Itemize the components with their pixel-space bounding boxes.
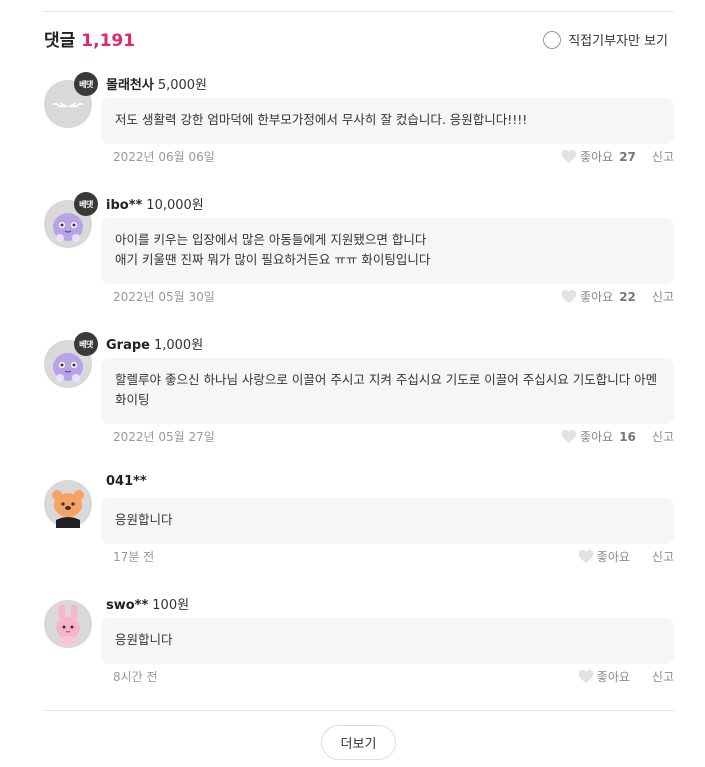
heart-icon — [578, 549, 594, 564]
author-line: swo** 100원 — [106, 594, 189, 613]
like-count: 27 — [619, 149, 636, 164]
avatar: 베댓 — [44, 332, 98, 388]
comment-date: 2022년 05월 30일 — [113, 290, 215, 304]
like-count: 16 — [619, 429, 636, 444]
report-button[interactable]: 신고 — [652, 288, 674, 305]
like-count: 22 — [619, 289, 636, 304]
author-name: Grape — [106, 338, 150, 353]
avatar — [44, 600, 92, 648]
comment-actions: 좋아요 27 신고 — [561, 148, 674, 165]
comment-actions: 좋아요 16 신고 — [561, 428, 674, 445]
comments-title: 댓글 1,191 — [44, 26, 135, 51]
like-label: 좋아요 — [580, 150, 614, 164]
comment-date: 2022년 05월 27일 — [113, 430, 215, 444]
comment-date: 8시간 전 — [113, 670, 158, 684]
orange-bear-icon — [44, 480, 92, 528]
author-name: swo** — [106, 598, 149, 613]
best-comment-badge: 베댓 — [74, 72, 98, 96]
report-button[interactable]: 신고 — [652, 668, 674, 685]
comment-item: 베댓 Grape 1,000원 할렐루야 좋으신 하나님 사랑으로 이끌어 주시고… — [44, 332, 674, 445]
like-button[interactable]: 좋아요 — [578, 548, 636, 565]
report-button[interactable]: 신고 — [652, 428, 674, 445]
comment-item: 041** 응원합니다 17분 전 좋아요 신고 — [44, 474, 674, 564]
avatar: 베댓 — [44, 72, 98, 128]
load-more-button[interactable]: 더보기 — [321, 725, 396, 760]
like-label: 좋아요 — [580, 290, 614, 304]
like-button[interactable]: 좋아요 — [578, 668, 636, 685]
heart-icon — [561, 289, 577, 304]
donation-amount: 1,000원 — [153, 338, 204, 353]
comment-item: 베댓 몰래천사 5,000원 저도 생활력 강한 엄마덕에 한부모가정에서 무사히… — [44, 72, 674, 165]
avatar — [44, 480, 92, 528]
comment-date: 17분 전 — [113, 550, 155, 564]
bottom-divider — [44, 710, 674, 711]
author-name: 몰래천사 — [106, 78, 154, 93]
like-label: 좋아요 — [596, 670, 630, 684]
like-label: 좋아요 — [596, 550, 630, 564]
filter-label: 직접기부자만 보기 — [568, 34, 668, 49]
like-button[interactable]: 좋아요 22 — [561, 288, 636, 305]
comments-header: 댓글 1,191 직접기부자만 보기 — [44, 26, 674, 54]
comment-text: 응원합니다 — [101, 618, 674, 664]
filter-radio[interactable] — [543, 30, 562, 49]
heart-icon — [561, 429, 577, 444]
comment-date: 2022년 06월 06일 — [113, 150, 215, 164]
pink-rabbit-icon — [44, 600, 92, 648]
like-button[interactable]: 좋아요 27 — [561, 148, 636, 165]
avatar: 베댓 — [44, 192, 98, 248]
author-line: 몰래천사 5,000원 — [106, 74, 207, 93]
like-button[interactable]: 좋아요 16 — [561, 428, 636, 445]
author-line: 041** — [106, 474, 151, 489]
comments-count: 1,191 — [81, 31, 136, 51]
like-label: 좋아요 — [580, 430, 614, 444]
author-line: Grape 1,000원 — [106, 334, 203, 353]
author-name: ibo** — [106, 198, 143, 213]
author-line: ibo** 10,000원 — [106, 194, 204, 213]
best-comment-badge: 베댓 — [74, 332, 98, 356]
comment-item: swo** 100원 응원합니다 8시간 전 좋아요 신고 — [44, 594, 674, 684]
donation-amount: 10,000원 — [146, 198, 204, 213]
heart-icon — [561, 149, 577, 164]
heart-icon — [578, 669, 594, 684]
comments-title-label: 댓글 — [44, 31, 76, 51]
best-comment-badge: 베댓 — [74, 192, 98, 216]
comment-actions: 좋아요 신고 — [578, 548, 674, 565]
comment-text: 아이를 키우는 입장에서 많은 아동들에게 지원됐으면 합니다 애기 키울땐 진… — [101, 218, 674, 284]
donation-amount: 100원 — [152, 598, 190, 613]
comment-actions: 좋아요 신고 — [578, 668, 674, 685]
direct-donor-filter[interactable]: 직접기부자만 보기 — [543, 30, 668, 49]
author-name: 041** — [106, 474, 147, 489]
comment-text: 응원합니다 — [101, 498, 674, 544]
comment-actions: 좋아요 22 신고 — [561, 288, 674, 305]
donation-amount: 5,000원 — [157, 78, 208, 93]
comment-item: 베댓 ibo** 10,000원 아이를 키우는 입장에서 많은 아동들에게 지원… — [44, 192, 674, 305]
report-button[interactable]: 신고 — [652, 548, 674, 565]
comment-text: 저도 생활력 강한 엄마덕에 한부모가정에서 무사히 잘 컸습니다. 응원합니다… — [101, 98, 674, 144]
report-button[interactable]: 신고 — [652, 148, 674, 165]
top-divider — [44, 11, 674, 12]
comment-text: 할렐루야 좋으신 하나님 사랑으로 이끌어 주시고 지켜 주십시요 기도로 이끌… — [101, 358, 674, 424]
